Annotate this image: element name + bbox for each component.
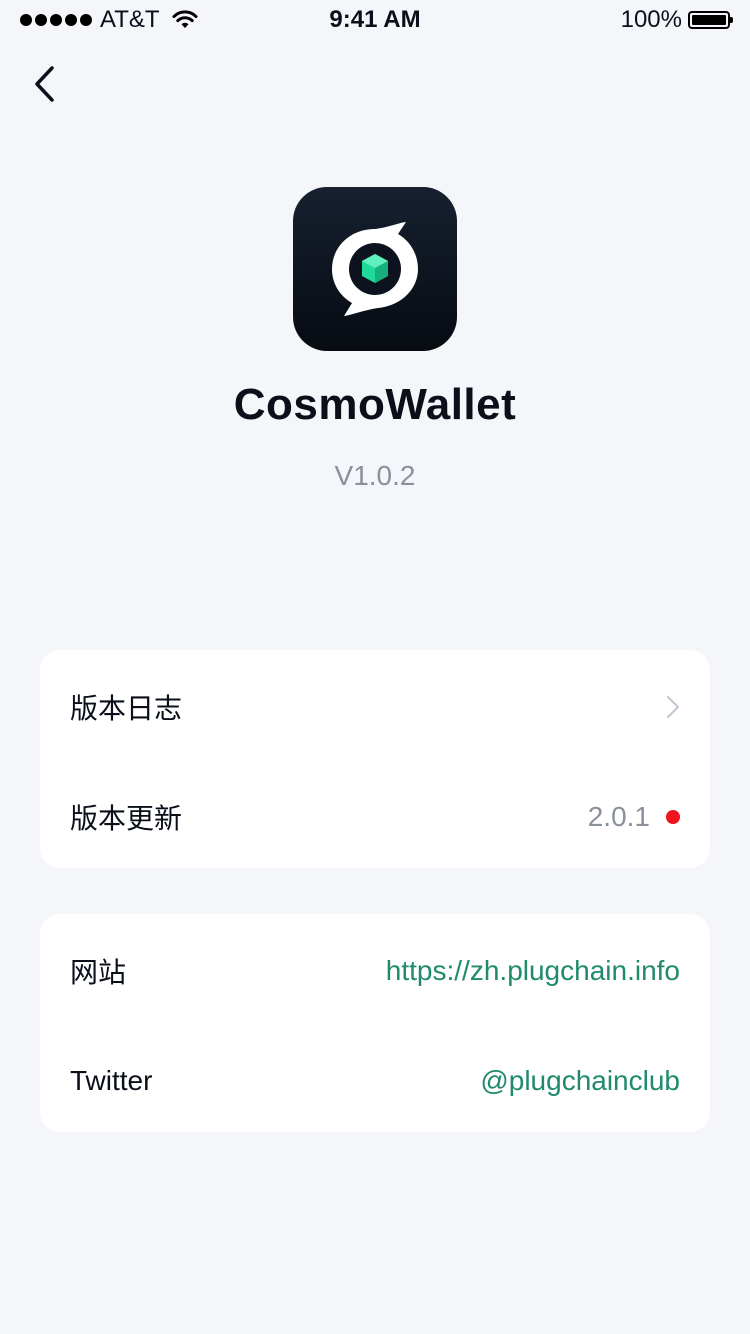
changelog-label: 版本日志 xyxy=(70,693,183,724)
update-badge-dot xyxy=(666,810,680,824)
twitter-row[interactable]: Twitter @plugchainclub xyxy=(40,1026,710,1136)
chevron-right-icon xyxy=(666,695,680,719)
status-right: 100% xyxy=(620,6,733,34)
back-button[interactable] xyxy=(22,62,66,106)
battery-percentage: 100% xyxy=(620,6,682,33)
version-update-label: 版本更新 xyxy=(70,803,183,834)
twitter-label: Twitter xyxy=(70,1065,153,1096)
cosmowallet-logo-icon xyxy=(332,222,418,316)
chevron-left-icon xyxy=(35,66,54,102)
latest-version-value: 2.0.1 xyxy=(587,801,650,832)
twitter-link[interactable]: @plugchainclub xyxy=(480,1065,680,1097)
app-name: CosmoWallet xyxy=(233,380,517,429)
battery-fill xyxy=(692,15,726,25)
version-update-row[interactable]: 版本更新 2.0.1 xyxy=(40,762,710,872)
version-card: 版本日志 版本更新 2.0.1 xyxy=(40,650,710,868)
status-bar: AT&T 9:41 AM 100% xyxy=(0,0,750,40)
links-card: 网站 https://zh.plugchain.info Twitter @pl… xyxy=(40,914,710,1132)
app-version: V1.0.2 xyxy=(334,460,416,491)
changelog-row[interactable]: 版本日志 xyxy=(40,652,710,762)
website-label: 网站 xyxy=(70,957,127,988)
website-link[interactable]: https://zh.plugchain.info xyxy=(386,955,680,987)
app-logo xyxy=(293,187,457,351)
battery-icon xyxy=(688,11,733,29)
website-row[interactable]: 网站 https://zh.plugchain.info xyxy=(40,916,710,1026)
